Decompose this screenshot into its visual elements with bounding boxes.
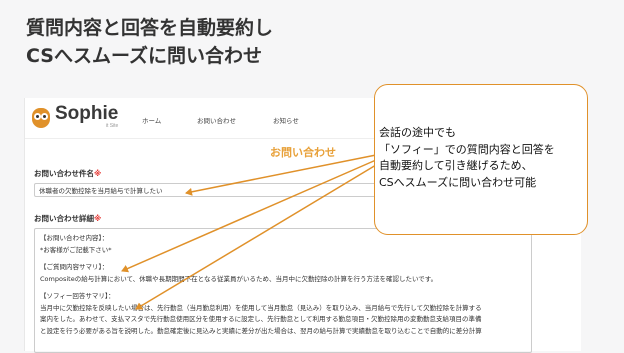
- logo[interactable]: Sophie it Site: [31, 104, 118, 129]
- required-mark: ※: [94, 169, 102, 178]
- callout-box: 会話の途中でも 「ソフィー」での質問内容と回答を 自動要約して引き継げるため、 …: [374, 84, 588, 235]
- callout-line: CSへスムーズに問い合わせ可能: [379, 175, 537, 189]
- callout-line: 「ソフィー」での質問内容と回答を: [379, 142, 555, 156]
- owl-logo-icon: [31, 105, 51, 129]
- detail-textarea[interactable]: 【お問い合わせ内容】： *お客様がご記載下さい* 【ご質問内容サマリ】： Com…: [34, 228, 532, 353]
- nav-contact[interactable]: お問い合わせ: [197, 115, 236, 125]
- detail-line: 【ソフィー回答サマリ】：: [40, 292, 115, 300]
- detail-line: Compositeの給与計算において、休職や長期期間不在となる従業員がいるため、…: [40, 274, 438, 283]
- nav-news[interactable]: お知らせ: [273, 115, 299, 125]
- callout-line: 自動要約して引き継げるため、: [379, 159, 533, 172]
- subject-label: お問い合わせ件名※: [34, 169, 102, 178]
- callout-line: 会話の途中でも: [379, 126, 456, 139]
- required-mark: ※: [94, 214, 102, 223]
- headline: 質問内容と回答を自動要約し CSへスムーズに問い合わせ: [26, 14, 273, 70]
- logo-name: Sophie: [55, 103, 119, 124]
- detail-line: 当月中に欠勤控除を反映したい場合は、先行勤怠（当月勤怠利用）を使用して当月勤怠（…: [40, 303, 482, 312]
- detail-line: *お客様がご記載下さい*: [40, 245, 112, 254]
- detail-label: お問い合わせ詳細※: [34, 214, 102, 223]
- detail-line: 【ご質問内容サマリ】：: [40, 263, 109, 271]
- detail-line: と設定を行う必要がある旨を説明した。勤怠確定後に見込みと実績に差分が出た場合は、…: [40, 326, 482, 335]
- headline-line-1: 質問内容と回答を自動要約し: [26, 17, 274, 39]
- nav-home[interactable]: ホーム: [142, 115, 161, 125]
- detail-line: 案内をした。あわせて、支払マスタで先行勤怠使用区分を使用するに設定し、先行勤怠と…: [40, 315, 482, 323]
- headline-line-2: CSへスムーズに問い合わせ: [26, 45, 263, 67]
